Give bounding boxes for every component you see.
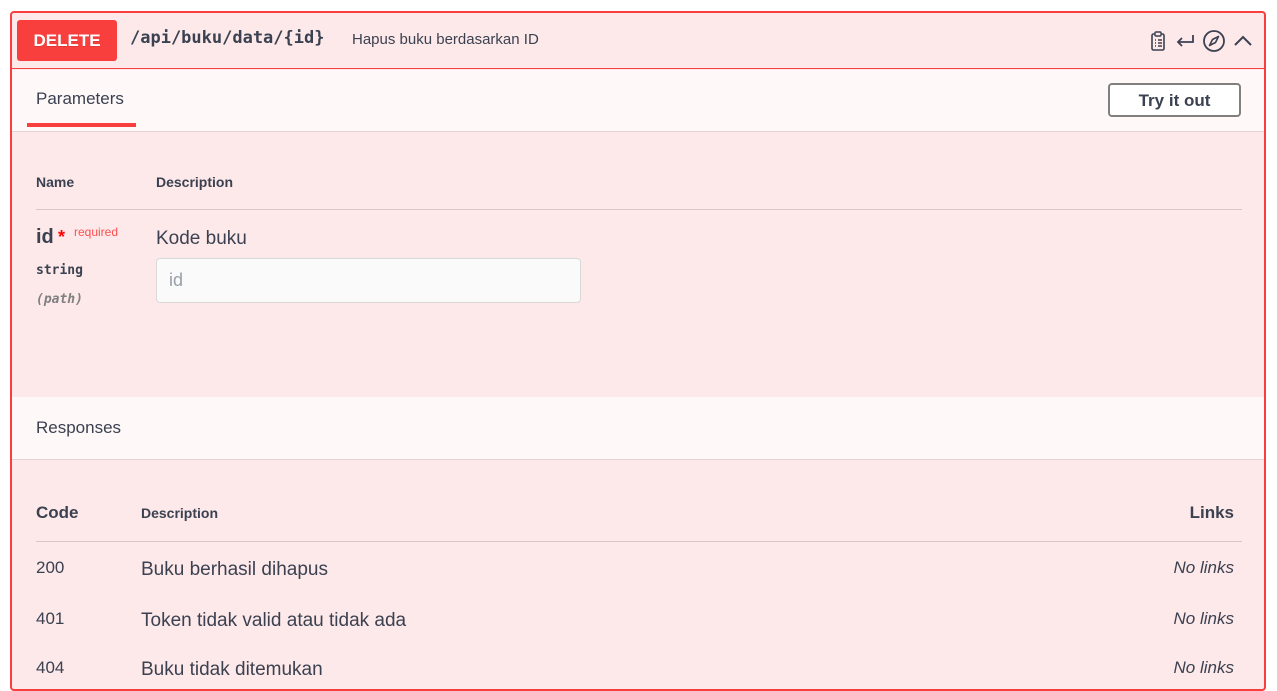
- compass-icon[interactable]: [1202, 29, 1226, 53]
- response-code: 200: [36, 558, 65, 577]
- resp-col-code: Code: [36, 503, 79, 522]
- param-location: (path): [36, 292, 83, 307]
- resp-col-links: Links: [1189, 503, 1234, 522]
- response-links: No links: [1173, 658, 1234, 677]
- response-description: Buku berhasil dihapus: [141, 559, 328, 580]
- response-description: Token tidak valid atau tidak ada: [141, 610, 407, 631]
- resp-header-divider: [36, 541, 1242, 542]
- clipboard-icon[interactable]: [1148, 30, 1168, 52]
- operation-icons: [1148, 29, 1254, 53]
- param-type: string: [36, 263, 83, 278]
- resp-col-description: Description: [141, 505, 219, 521]
- operation-summary-text: Hapus buku berdasarkan ID: [352, 31, 539, 48]
- operation-summary[interactable]: DELETE /api/buku/data/{id} Hapus buku be…: [12, 13, 1264, 69]
- required-star: *: [58, 227, 66, 247]
- id-input[interactable]: [156, 258, 581, 303]
- chevron-up-icon[interactable]: [1232, 31, 1254, 51]
- operation-path: /api/buku/data/{id}: [130, 28, 325, 48]
- responses-header: Responses: [12, 397, 1264, 460]
- responses-title: Responses: [36, 418, 122, 437]
- operation-block-delete: DELETE /api/buku/data/{id} Hapus buku be…: [10, 11, 1266, 691]
- required-label: required: [74, 225, 119, 239]
- parameters-header: Parameters Try it out: [12, 70, 1264, 132]
- param-col-description: Description: [156, 174, 234, 190]
- param-name: id: [36, 226, 54, 248]
- try-it-out-button[interactable]: Try it out: [1108, 83, 1241, 117]
- response-links: No links: [1173, 609, 1234, 628]
- param-header-divider: [36, 209, 1242, 210]
- method-badge: DELETE: [17, 20, 117, 61]
- response-description: Buku tidak ditemukan: [141, 659, 323, 680]
- tab-active-indicator: [27, 123, 136, 127]
- param-col-name: Name: [36, 174, 75, 190]
- response-code: 401: [36, 609, 65, 628]
- response-code: 404: [36, 658, 65, 677]
- return-arrow-icon[interactable]: [1174, 31, 1196, 51]
- param-description: Kode buku: [156, 228, 247, 249]
- tab-parameters[interactable]: Parameters: [36, 89, 124, 109]
- response-links: No links: [1173, 558, 1234, 577]
